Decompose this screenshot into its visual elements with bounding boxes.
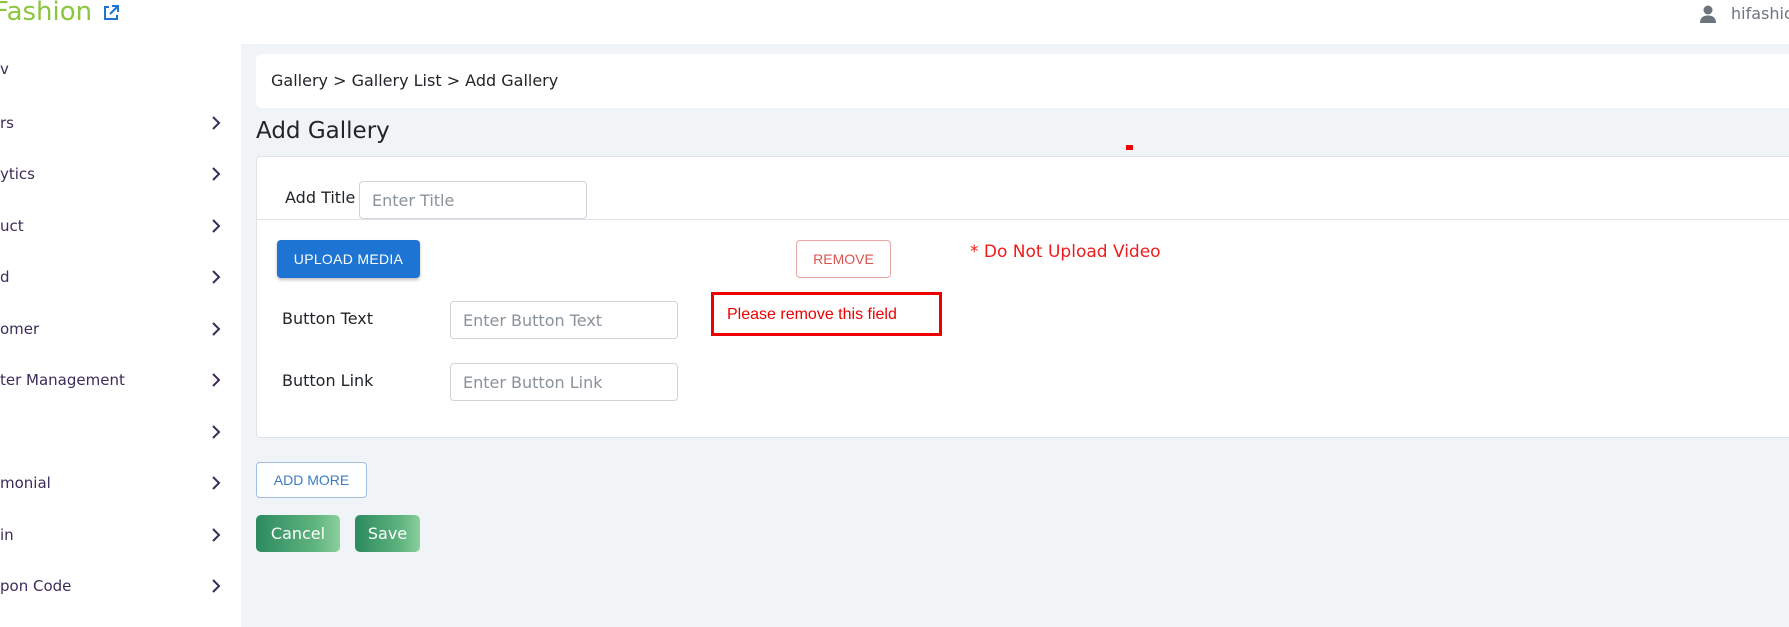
chevron-right-icon — [212, 167, 221, 181]
chevron-right-icon — [212, 322, 221, 336]
sidebar-item-management[interactable]: ter Management — [0, 365, 230, 395]
sidebar-item-brand[interactable]: d — [0, 262, 230, 292]
title-label: Add Title — [285, 188, 356, 207]
sidebar-item-coupon-code[interactable]: pon Code — [0, 571, 230, 601]
sidebar-item-unlabeled[interactable] — [0, 417, 230, 447]
external-link-icon[interactable] — [102, 4, 120, 22]
sidebar-item-label: ter Management — [0, 371, 125, 389]
sidebar: v rs ytics uct d omer ter Management mon… — [0, 44, 241, 627]
divider — [257, 219, 1789, 220]
sidebar-item-label: v — [0, 60, 9, 78]
breadcrumb[interactable]: Gallery > Gallery List > Add Gallery — [271, 71, 558, 90]
save-button[interactable]: Save — [355, 515, 420, 552]
button-link-label: Button Link — [282, 371, 374, 390]
sidebar-item-label: monial — [0, 474, 51, 492]
sidebar-item-users[interactable]: rs — [0, 108, 230, 138]
chevron-right-icon — [212, 476, 221, 490]
brand-name[interactable]: Fashion — [0, 0, 92, 27]
sidebar-item-label: ytics — [0, 165, 35, 183]
sidebar-item-dashboard[interactable]: v — [0, 54, 230, 84]
title-input[interactable] — [359, 181, 587, 219]
button-text-input[interactable] — [450, 301, 678, 339]
sidebar-item-customer[interactable]: omer — [0, 314, 230, 344]
annotation-text: Please remove this field — [727, 306, 897, 323]
chevron-right-icon — [212, 373, 221, 387]
sidebar-item-label: uct — [0, 217, 24, 235]
sidebar-item-label: in — [0, 526, 14, 544]
sidebar-item-admin[interactable]: in — [0, 520, 230, 550]
sidebar-item-label: omer — [0, 320, 40, 338]
button-text-label: Button Text — [282, 309, 374, 328]
chevron-right-icon — [212, 425, 221, 439]
button-link-input[interactable] — [450, 363, 678, 401]
sidebar-item-label: rs — [0, 114, 14, 132]
chevron-right-icon — [212, 219, 221, 233]
sidebar-item-label: d — [0, 268, 10, 286]
annotation-mark — [1126, 145, 1133, 150]
add-more-button[interactable]: ADD MORE — [256, 462, 367, 498]
sidebar-item-product[interactable]: uct — [0, 211, 230, 241]
page-title: Add Gallery — [256, 118, 390, 144]
video-warning: * Do Not Upload Video — [970, 242, 1161, 262]
chevron-right-icon — [212, 116, 221, 130]
chevron-right-icon — [212, 270, 221, 284]
breadcrumb-card: Gallery > Gallery List > Add Gallery — [256, 54, 1789, 108]
chevron-right-icon — [212, 579, 221, 593]
upload-media-button[interactable]: UPLOAD MEDIA — [277, 240, 420, 278]
sidebar-item-label: pon Code — [0, 577, 72, 595]
cancel-button[interactable]: Cancel — [256, 515, 340, 552]
sidebar-item-testimonial[interactable]: monial — [0, 468, 230, 498]
top-bar: Fashion hifashio — [0, 0, 1789, 44]
annotation-box: Please remove this field — [711, 292, 942, 336]
chevron-right-icon — [212, 528, 221, 542]
user-icon[interactable] — [1698, 4, 1718, 24]
sidebar-item-analytics[interactable]: ytics — [0, 159, 230, 189]
user-name[interactable]: hifashio — [1731, 4, 1789, 23]
remove-button[interactable]: REMOVE — [796, 240, 891, 278]
